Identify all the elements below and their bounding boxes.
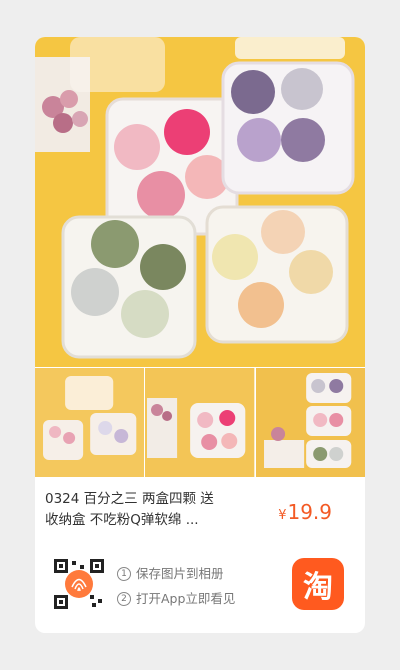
step-save-image: 1 保存图片到相册: [117, 561, 235, 586]
step-2-badge: 2: [117, 591, 131, 606]
thumbnail-1[interactable]: [35, 368, 145, 477]
product-card: 0324 百分之三 两盒四颗 送 收纳盒 不吃粉Q弹软绵 ... ¥19.9 1…: [35, 37, 365, 633]
product-hero-image[interactable]: [35, 37, 365, 367]
step-1-text: 保存图片到相册: [136, 566, 224, 581]
qr-code[interactable]: [52, 557, 106, 611]
product-title-line-2: 收纳盒 不吃粉Q弹软绵 ...: [45, 512, 199, 528]
taobao-logo-char: 淘: [303, 570, 333, 605]
step-2-text: 打开App立即看见: [136, 591, 236, 606]
save-instructions: 1 保存图片到相册 2 打开App立即看见: [117, 561, 235, 611]
price-currency-symbol: ¥: [278, 508, 287, 523]
step-1-badge: 1: [117, 566, 131, 581]
step-open-app: 2 打开App立即看见: [117, 586, 235, 611]
product-title-line-1: 0324 百分之三 两盒四颗 送: [45, 491, 214, 507]
thumbnail-2[interactable]: [145, 368, 255, 477]
taobao-app-icon[interactable]: 淘: [292, 558, 344, 610]
product-price: ¥19.9: [278, 500, 332, 524]
product-title[interactable]: 0324 百分之三 两盒四颗 送 收纳盒 不吃粉Q弹软绵 ...: [45, 489, 245, 531]
thumbnail-strip: [35, 368, 365, 477]
thumbnail-3[interactable]: [255, 368, 365, 477]
price-value: 19.9: [287, 500, 332, 524]
